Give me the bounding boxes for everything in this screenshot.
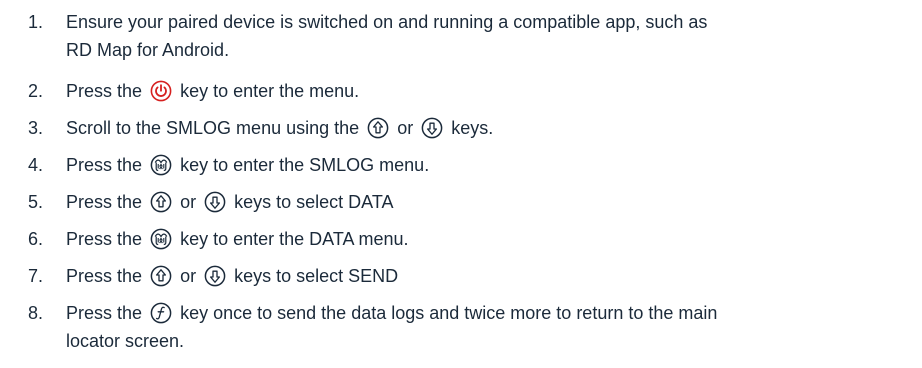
up-arrow-key-icon [150, 265, 172, 287]
step-text-after: key to enter the SMLOG menu. [180, 155, 430, 175]
down-arrow-key-icon [204, 265, 226, 287]
step-number: 1. [28, 12, 44, 32]
step-number: 8. [28, 303, 44, 323]
step-text-line-2: RD Map for Android. [66, 40, 230, 60]
step-text-before: Press the [66, 192, 143, 212]
step-number: 5. [28, 192, 44, 212]
step-number: 6. [28, 229, 44, 249]
step-text-before: Scroll to the SMLOG menu using the [66, 118, 360, 138]
step-text: Press the or keys to select DATA [66, 188, 896, 216]
step-text: Scroll to the SMLOG menu using the or ke… [66, 114, 896, 142]
step-text-middle: or [180, 192, 197, 212]
antenna-key-icon [150, 154, 172, 176]
step-number: 4. [28, 155, 44, 175]
step-text: Ensure your paired device is switched on… [66, 8, 896, 64]
step-text: Press the key to enter the menu. [66, 77, 896, 105]
step-text-after: key to enter the DATA menu. [180, 229, 409, 249]
down-arrow-key-icon [204, 191, 226, 213]
step-text-after: key once to send the data logs and twice… [180, 303, 718, 323]
step-text-before: Press the [66, 155, 143, 175]
step-text: Press the or keys to select SEND [66, 262, 896, 290]
step-text-after: keys to select DATA [234, 192, 394, 212]
step-text-before: Press the [66, 229, 143, 249]
step-text-line-2: locator screen. [66, 331, 185, 351]
step-number: 7. [28, 266, 44, 286]
up-arrow-key-icon [367, 117, 389, 139]
step-text-line-1: Ensure your paired device is switched on… [66, 12, 708, 32]
up-arrow-key-icon [150, 191, 172, 213]
step-text-middle: or [397, 118, 414, 138]
step-text-before: Press the [66, 266, 143, 286]
step-text: Press the key once to send the data logs… [66, 299, 896, 355]
step-text-middle: or [180, 266, 197, 286]
down-arrow-key-icon [421, 117, 443, 139]
step-number: 3. [28, 118, 44, 138]
step-text: Press the key to enter the DATA menu. [66, 225, 896, 253]
step-text-after: keys to select SEND [234, 266, 399, 286]
function-key-icon [150, 302, 172, 324]
antenna-key-icon [150, 228, 172, 250]
step-text-after: keys. [451, 118, 494, 138]
step-text-before: Press the [66, 303, 143, 323]
step-text: Press the key to enter the SMLOG menu. [66, 151, 896, 179]
step-text-after: key to enter the menu. [180, 81, 360, 101]
step-number: 2. [28, 81, 44, 101]
power-key-icon [150, 80, 172, 102]
step-text-before: Press the [66, 81, 143, 101]
